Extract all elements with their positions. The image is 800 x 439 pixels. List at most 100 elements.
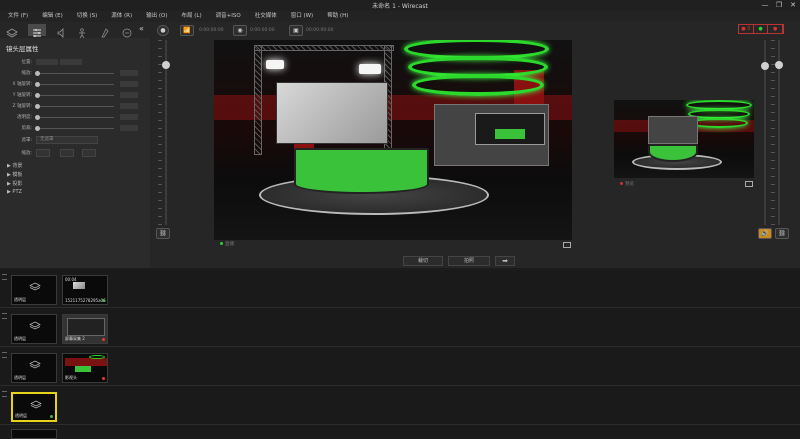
shot-screen-capture[interactable]: 屏幕采集 2 bbox=[62, 314, 108, 344]
shot-transparent-4-selected[interactable]: 透明层 bbox=[11, 392, 57, 422]
z-rotation-slider[interactable] bbox=[35, 104, 40, 109]
properties-tabs: « bbox=[0, 22, 150, 39]
iso-record-icon[interactable]: ▣ bbox=[289, 25, 303, 36]
crop-value[interactable] bbox=[120, 125, 138, 131]
layer-row-2: 透明层 屏幕采集 2 bbox=[0, 309, 800, 347]
prop-x-rotation: X 轴旋转: bbox=[0, 81, 150, 89]
master-audio-fader bbox=[761, 40, 769, 225]
x-rotation-value[interactable] bbox=[120, 81, 138, 87]
stream-indicator[interactable]: ● 0 bbox=[739, 25, 754, 33]
record-indicator[interactable]: ● bbox=[754, 25, 769, 33]
prop-scale: 缩放: bbox=[0, 70, 150, 78]
iso-indicator[interactable]: ● bbox=[768, 25, 784, 33]
window-title: 未命名 1 - Wirecast bbox=[372, 3, 428, 10]
menu-audio-iso[interactable]: 调音+ISO bbox=[216, 11, 241, 22]
layer-row-1: 透明层 00:04 1521175278295a06 bbox=[0, 270, 800, 308]
menu-switch[interactable]: 切换 (S) bbox=[77, 11, 98, 22]
drag-handle-icon[interactable] bbox=[2, 274, 7, 280]
opacity-value[interactable] bbox=[120, 114, 138, 120]
tree-template[interactable]: ▶ 模板 bbox=[7, 171, 22, 178]
prop-position: 位置: bbox=[0, 59, 150, 67]
prop-y-rotation: Y 轴旋转: bbox=[0, 92, 150, 100]
panel-title: 镜头层属性 bbox=[6, 45, 39, 53]
tree-ptz[interactable]: ▶ PTZ bbox=[7, 189, 22, 195]
master-fader-knob[interactable] bbox=[775, 61, 783, 69]
minimize-button[interactable]: — bbox=[758, 0, 772, 11]
position-x-input[interactable] bbox=[36, 59, 58, 65]
title-bar: 未命名 1 - Wirecast — ❐ ✕ bbox=[0, 0, 800, 11]
position-y-input[interactable] bbox=[60, 59, 82, 65]
tree-projection[interactable]: ▶ 投影 bbox=[7, 180, 22, 187]
prop-scale-mode: 缩放: bbox=[21, 151, 32, 156]
fill-icon[interactable] bbox=[60, 149, 74, 157]
properties-panel: « 镜头层属性 位置: 缩放: X 轴旋转: Y 轴旋转: Z 轴旋转: 透明度… bbox=[0, 22, 150, 268]
y-rotation-slider[interactable] bbox=[35, 93, 40, 98]
menu-layout[interactable]: 布局 (L) bbox=[182, 11, 202, 22]
scale-slider[interactable] bbox=[35, 71, 40, 76]
drag-handle-icon[interactable] bbox=[2, 391, 7, 397]
link-icon[interactable]: ⛓ bbox=[156, 228, 170, 239]
tab-audio-icon[interactable] bbox=[52, 24, 70, 38]
reset-icon[interactable] bbox=[82, 149, 96, 157]
portrait-image bbox=[276, 82, 388, 144]
menu-output[interactable]: 输出 (O) bbox=[146, 11, 167, 22]
collapse-panel-icon[interactable]: « bbox=[139, 24, 144, 33]
shot-partial[interactable] bbox=[11, 429, 57, 439]
layers-area: 透明层 00:04 1521175278295a06 透明层 屏幕采集 2 透明… bbox=[0, 270, 800, 439]
mask-dropdown[interactable]: 无遮罩 bbox=[36, 136, 98, 144]
shot-transparent-2[interactable]: 透明层 bbox=[11, 314, 57, 344]
live-label: 预览 bbox=[625, 182, 634, 187]
x-rotation-slider[interactable] bbox=[35, 82, 40, 87]
iso-timer: 00:00:00:00 bbox=[306, 28, 334, 33]
menu-help[interactable]: 帮助 (H) bbox=[327, 11, 348, 22]
prop-z-rotation: Z 轴旋转: bbox=[0, 103, 150, 111]
tree-background[interactable]: ▶ 背景 bbox=[7, 162, 22, 169]
tab-transition-icon[interactable] bbox=[96, 24, 114, 38]
fit-icon[interactable] bbox=[36, 149, 50, 157]
tab-figure-icon[interactable] bbox=[73, 24, 91, 39]
transition-cut-dropdown[interactable]: 裁切 bbox=[403, 256, 443, 266]
live-monitor-icon[interactable] bbox=[745, 181, 753, 187]
master-audio-knob[interactable] bbox=[761, 62, 769, 70]
speaker-icon[interactable]: 🔊 bbox=[758, 228, 772, 239]
shot-transparent-3[interactable]: 透明层 bbox=[11, 353, 57, 383]
tab-layer-props-icon[interactable] bbox=[28, 24, 46, 37]
layers-icon bbox=[29, 282, 41, 291]
output-indicators: ● 0 ● ● bbox=[738, 24, 784, 34]
opacity-slider[interactable] bbox=[35, 115, 40, 120]
z-rotation-value[interactable] bbox=[120, 103, 138, 109]
transition-smooth-dropdown[interactable]: 拍照 bbox=[448, 256, 490, 266]
stream-timer: 0:00:00:00 bbox=[199, 28, 224, 33]
monitor-icon[interactable] bbox=[563, 242, 571, 248]
layer-row-4: 透明层 bbox=[0, 387, 800, 425]
layers-icon bbox=[30, 400, 42, 409]
tab-source-icon[interactable] bbox=[3, 24, 21, 38]
menu-bar: 文件 (F) 编辑 (E) 切换 (S) 源体 (R) 输出 (O) 布局 (L… bbox=[0, 11, 800, 22]
tab-remove-icon[interactable] bbox=[118, 24, 136, 38]
wirecast-logo-icon[interactable]: ● bbox=[157, 25, 169, 36]
crop-slider[interactable] bbox=[35, 126, 40, 131]
menu-source[interactable]: 源体 (R) bbox=[111, 11, 132, 22]
preview-fader-knob[interactable] bbox=[162, 61, 170, 69]
program-preview[interactable] bbox=[214, 40, 572, 240]
link-right-icon[interactable]: ⛓ bbox=[775, 228, 789, 239]
shot-studio[interactable]: 影视头 bbox=[62, 353, 108, 383]
record-timer: 0:00:00:00 bbox=[250, 28, 275, 33]
live-output-preview[interactable] bbox=[614, 100, 754, 178]
stream-icon[interactable]: 📶 bbox=[180, 25, 194, 36]
record-icon[interactable]: ◉ bbox=[233, 25, 247, 36]
close-button[interactable]: ✕ bbox=[786, 0, 800, 11]
menu-social[interactable]: 社交媒体 bbox=[255, 11, 277, 22]
menu-file[interactable]: 文件 (F) bbox=[8, 11, 28, 22]
y-rotation-value[interactable] bbox=[120, 92, 138, 98]
drag-handle-icon[interactable] bbox=[2, 352, 7, 358]
drag-handle-icon[interactable] bbox=[2, 313, 7, 319]
scale-value[interactable] bbox=[120, 70, 138, 76]
menu-edit[interactable]: 编辑 (E) bbox=[42, 11, 63, 22]
maximize-button[interactable]: ❐ bbox=[772, 0, 786, 11]
go-button[interactable]: ➡ bbox=[495, 256, 515, 266]
news-desk bbox=[294, 148, 429, 194]
menu-window[interactable]: 窗口 (W) bbox=[291, 11, 313, 22]
shot-transparent-1[interactable]: 透明层 bbox=[11, 275, 57, 305]
shot-image-1[interactable]: 00:04 1521175278295a06 bbox=[62, 275, 108, 305]
